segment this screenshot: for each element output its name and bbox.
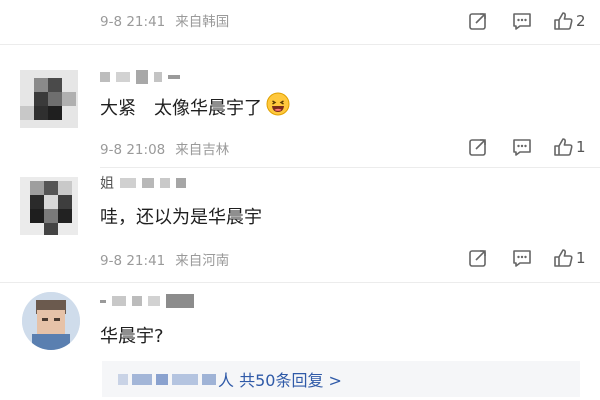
pixelated-avatar-icon <box>20 70 78 128</box>
divider <box>0 282 600 283</box>
avatar[interactable] <box>20 70 78 128</box>
comment-text: 华晨宇? <box>100 322 164 348</box>
comment-location: 来自韩国 <box>175 14 230 30</box>
share-icon <box>469 13 486 30</box>
comment-time: 9-8 21:41 <box>100 14 166 30</box>
comment-button[interactable] <box>508 134 536 160</box>
username-blurred[interactable]: 姐 <box>100 176 192 192</box>
comment-body: 哇，还以为是华晨宇 <box>100 207 262 228</box>
like-count: 1 <box>576 138 586 156</box>
comment-location: 来自吉林 <box>175 142 230 158</box>
comment-icon <box>513 139 531 156</box>
comment-body: 大紧 太像华晨宇了 <box>100 97 262 119</box>
view-replies-label: 人 共50条回复 > <box>218 371 342 390</box>
comment-actions: 1 <box>448 245 586 271</box>
comment-meta: 9-8 21:41 来自韩国 <box>100 10 229 30</box>
comment-actions: 1 <box>448 134 586 160</box>
comment-time: 9-8 21:08 <box>100 142 166 158</box>
thumbs-up-icon <box>554 249 573 267</box>
comment-button[interactable] <box>508 8 536 34</box>
comment-meta: 9-8 21:41 来自河南 <box>100 249 229 269</box>
like-button[interactable]: 1 <box>552 134 586 160</box>
like-button[interactable]: 1 <box>552 245 586 271</box>
comment-time: 9-8 21:41 <box>100 253 166 269</box>
comment-text: 哇，还以为是华晨宇 <box>100 203 262 229</box>
comment-icon <box>513 13 531 30</box>
repost-button[interactable] <box>464 8 492 34</box>
repost-button[interactable] <box>464 134 492 160</box>
comment-text: 大紧 太像华晨宇了 <box>100 92 290 121</box>
comment-body: 华晨宇? <box>100 326 164 347</box>
thumbs-up-icon <box>554 138 573 156</box>
repost-button[interactable] <box>464 245 492 271</box>
comment-button[interactable] <box>508 245 536 271</box>
share-icon <box>469 139 486 156</box>
like-count: 1 <box>576 249 586 267</box>
username-blurred[interactable] <box>100 70 186 84</box>
view-replies-link[interactable]: 人 共50条回复 > <box>102 361 580 397</box>
like-button[interactable]: 2 <box>552 8 586 34</box>
comment-meta: 9-8 21:08 来自吉林 <box>100 138 229 158</box>
like-count: 2 <box>576 12 586 30</box>
comment-location: 来自河南 <box>175 253 230 269</box>
avatar[interactable] <box>22 292 80 350</box>
comment-icon <box>513 250 531 267</box>
avatar-photo-icon <box>22 292 80 350</box>
share-icon <box>469 250 486 267</box>
comment-actions: 2 <box>448 8 586 34</box>
username-blurred[interactable] <box>100 294 200 308</box>
thumbs-up-icon <box>554 12 573 30</box>
divider <box>100 167 600 168</box>
pixelated-avatar-icon <box>20 177 78 235</box>
username-partial: 姐 <box>100 176 114 192</box>
laughing-face-icon <box>266 92 290 121</box>
divider <box>0 44 600 45</box>
avatar[interactable] <box>20 177 78 235</box>
